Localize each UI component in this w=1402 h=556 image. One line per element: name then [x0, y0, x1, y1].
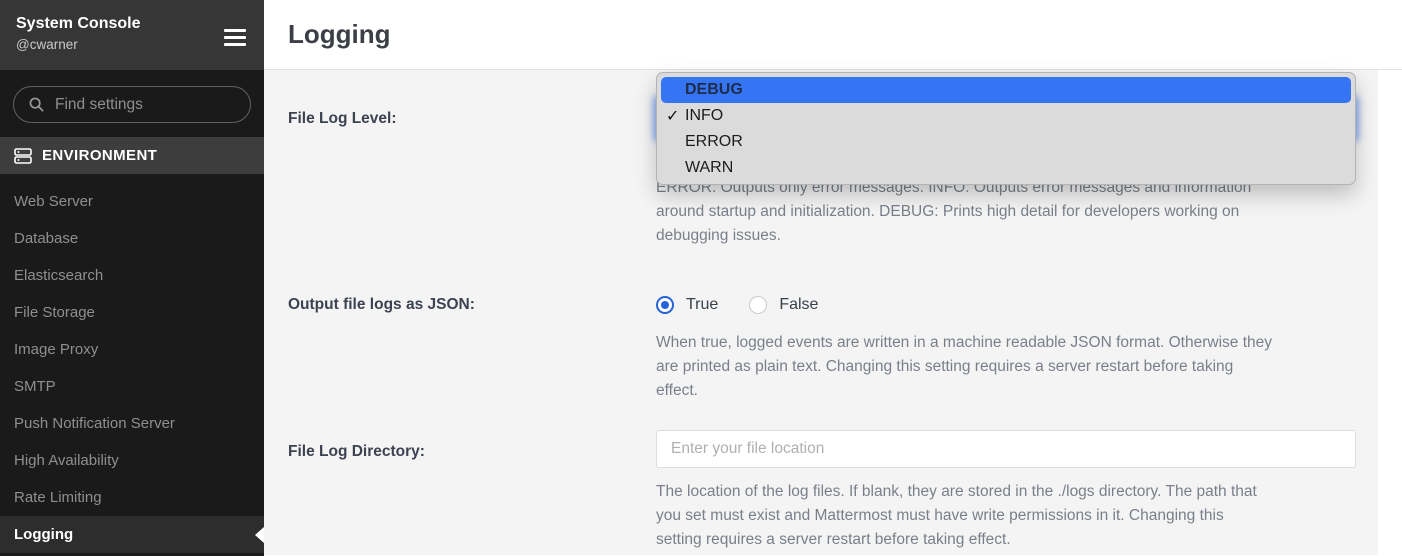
sidebar-items: Web Server Database Elasticsearch File S… [0, 174, 264, 553]
search-area: Find settings [0, 70, 264, 137]
sidebar-item-smtp[interactable]: SMTP [0, 368, 264, 405]
checkmark-icon: ✓ [666, 106, 679, 126]
sidebar-section-environment[interactable]: ENVIRONMENT [0, 137, 264, 174]
app-window: System Console @cwarner Find settings EN… [0, 0, 1402, 556]
file-log-level-label: File Log Level: [288, 108, 397, 130]
dropdown-option-debug[interactable]: DEBUG [661, 77, 1351, 103]
json-output-label: Output file logs as JSON: [288, 294, 475, 316]
dropdown-option-info[interactable]: ✓ INFO [657, 103, 1355, 129]
sidebar-item-logging[interactable]: Logging [0, 516, 264, 553]
search-placeholder: Find settings [55, 96, 143, 114]
server-stack-icon [14, 148, 32, 164]
sidebar-item-image-proxy[interactable]: Image Proxy [0, 331, 264, 368]
page-title: Logging [288, 19, 391, 50]
dropdown-option-label: INFO [685, 107, 723, 125]
file-log-level-help: ERROR: Outputs only error messages. INFO… [656, 176, 1372, 248]
search-icon [29, 97, 44, 112]
section-label: ENVIRONMENT [42, 147, 157, 164]
sidebar-item-label: Logging [14, 526, 73, 543]
current-user: @cwarner [16, 35, 248, 54]
sidebar-item-rate-limiting[interactable]: Rate Limiting [0, 479, 264, 516]
sidebar: System Console @cwarner Find settings EN… [0, 0, 264, 556]
dropdown-option-error[interactable]: ERROR [657, 129, 1355, 155]
sidebar-header: System Console @cwarner [0, 0, 264, 70]
dropdown-option-warn[interactable]: WARN [657, 155, 1355, 181]
settings-panel: File Log Level: DEBUG ✓ INFO ERROR WARN … [264, 70, 1378, 555]
radio-true-control [656, 296, 674, 314]
radio-true[interactable]: True [656, 296, 718, 314]
main-content: Logging File Log Level: DEBUG ✓ INFO ERR… [264, 0, 1402, 556]
radio-false-control [749, 296, 767, 314]
file-log-directory-label: File Log Directory: [288, 441, 425, 463]
sidebar-item-database[interactable]: Database [0, 220, 264, 257]
menu-icon[interactable] [224, 29, 246, 46]
main-body: File Log Level: DEBUG ✓ INFO ERROR WARN … [264, 70, 1402, 555]
sidebar-item-file-storage[interactable]: File Storage [0, 294, 264, 331]
sidebar-item-elasticsearch[interactable]: Elasticsearch [0, 257, 264, 294]
page-header: Logging [264, 0, 1402, 70]
radio-false-label: False [779, 296, 818, 314]
selected-caret-icon [255, 527, 264, 543]
radio-true-label: True [686, 296, 718, 314]
radio-false[interactable]: False [749, 296, 818, 314]
file-log-directory-input[interactable] [656, 430, 1356, 468]
json-output-radio-group: True False [656, 296, 849, 314]
json-output-help: When true, logged events are written in … [656, 331, 1372, 403]
file-log-directory-help: The location of the log files. If blank,… [656, 480, 1372, 552]
file-log-level-dropdown: DEBUG ✓ INFO ERROR WARN [656, 72, 1356, 185]
search-input[interactable]: Find settings [13, 86, 251, 123]
console-title: System Console [16, 13, 248, 35]
sidebar-item-high-availability[interactable]: High Availability [0, 442, 264, 479]
sidebar-item-web-server[interactable]: Web Server [0, 183, 264, 220]
sidebar-item-push-notification-server[interactable]: Push Notification Server [0, 405, 264, 442]
